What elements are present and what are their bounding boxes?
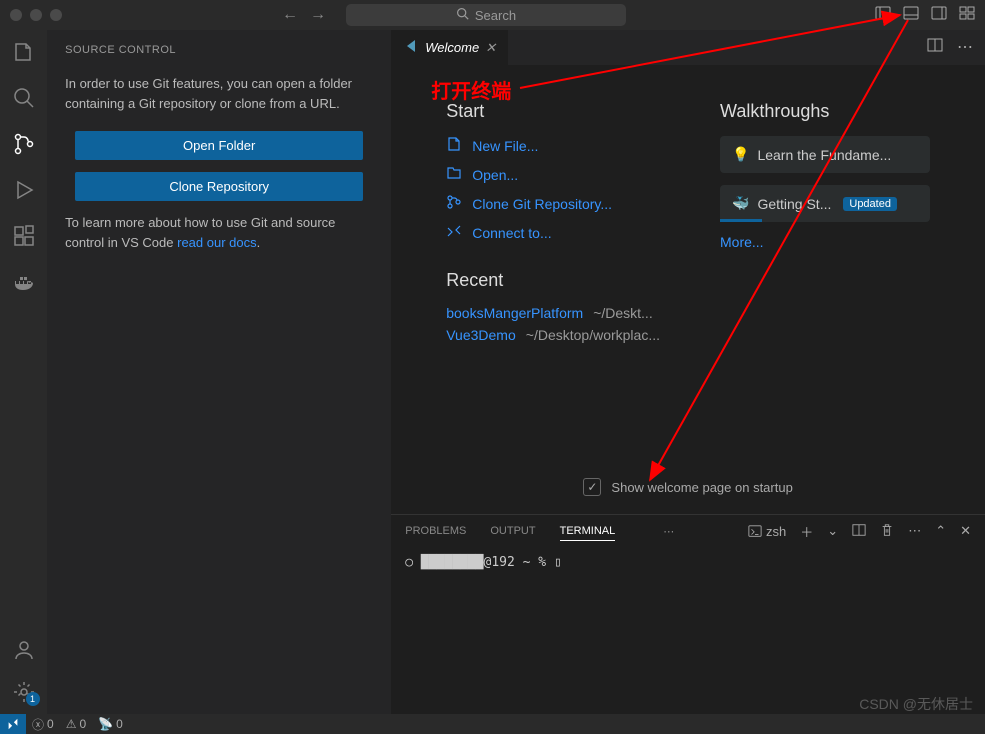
source-control-icon[interactable] (12, 132, 36, 156)
sidebar-docs-text: To learn more about how to use Git and s… (65, 213, 373, 252)
more-actions-icon[interactable]: ⋯ (957, 37, 973, 58)
status-ports[interactable]: 📡 0 (92, 717, 129, 731)
updated-badge: Updated (843, 197, 897, 211)
recent-item: booksMangerPlatform ~/Deskt... (446, 305, 660, 321)
watermark: CSDN @无休居士 (859, 694, 973, 714)
status-bar: ⓧ 0 ⚠ 0 📡 0 (0, 714, 985, 734)
welcome-page: 打开终端 Start New File... Open... Clone Git R… (391, 65, 985, 460)
bottom-panel: PROBLEMS OUTPUT TERMINAL ⋯ zsh ＋ ⌄ ⋯ ⌃ ✕ ○… (391, 514, 985, 714)
annotation-label: 打开终端 (431, 75, 511, 104)
extensions-icon[interactable] (12, 224, 36, 248)
tab-bar: Welcome ✕ ⋯ (391, 30, 985, 65)
new-terminal-icon[interactable]: ＋ (800, 522, 813, 541)
terminal-profile[interactable]: zsh (748, 524, 786, 539)
recent-item: Vue3Demo ~/Desktop/workplac... (446, 327, 660, 343)
panel-more-actions-icon[interactable]: ⋯ (908, 523, 921, 539)
main-area: 1 SOURCE CONTROL In order to use Git fea… (0, 30, 985, 714)
toggle-panel-icon[interactable] (903, 5, 919, 26)
start-item[interactable]: New File... (446, 136, 660, 155)
sidebar-intro-text: In order to use Git features, you can op… (65, 74, 373, 113)
recent-name[interactable]: booksMangerPlatform (446, 305, 583, 321)
editor-actions: ⋯ (927, 37, 985, 58)
layout-controls (875, 5, 975, 26)
panel-tab-terminal[interactable]: TERMINAL (560, 525, 616, 541)
tab-label: Welcome (425, 40, 479, 55)
status-errors[interactable]: ⓧ 0 (26, 716, 60, 733)
kill-terminal-icon[interactable] (880, 523, 894, 540)
panel-tabs: PROBLEMS OUTPUT TERMINAL ⋯ zsh ＋ ⌄ ⋯ ⌃ ✕ (391, 515, 985, 547)
start-item-label: Clone Git Repository... (472, 196, 612, 212)
status-warnings[interactable]: ⚠ 0 (60, 717, 92, 731)
command-center[interactable]: Search (346, 4, 626, 26)
read-docs-link[interactable]: read our docs (177, 235, 257, 250)
docker-icon[interactable] (12, 270, 36, 294)
maximize-panel-icon[interactable]: ⌃ (935, 523, 946, 539)
toggle-secondary-sidebar-icon[interactable] (931, 5, 947, 26)
nav-arrows: ← → (282, 6, 326, 24)
terminal-dropdown-icon[interactable]: ⌄ (827, 523, 838, 539)
close-window[interactable] (10, 9, 22, 21)
sidebar: SOURCE CONTROL In order to use Git featu… (47, 30, 391, 714)
panel-tab-problems[interactable]: PROBLEMS (405, 525, 466, 537)
walkthrough-label: Learn the Fundame... (757, 147, 891, 163)
start-item-label: Open... (472, 167, 518, 183)
folder-icon (446, 165, 462, 184)
terminal-output[interactable]: ○ ████████@192 ~ % ▯ (391, 547, 985, 578)
forward-icon[interactable]: → (310, 6, 326, 24)
split-editor-icon[interactable] (927, 37, 943, 58)
walkthrough-icon: 🐳 (732, 195, 749, 212)
recent-heading: Recent (446, 270, 660, 291)
connect-icon (446, 223, 462, 242)
remote-indicator[interactable] (0, 714, 26, 734)
vscode-icon (403, 38, 419, 57)
start-item-label: Connect to... (472, 225, 551, 241)
close-tab-icon[interactable]: ✕ (485, 40, 496, 56)
window-controls (10, 9, 62, 21)
clone-repository-button[interactable]: Clone Repository (75, 172, 363, 201)
customize-layout-icon[interactable] (959, 5, 975, 26)
sidebar-title: SOURCE CONTROL (65, 44, 373, 56)
minimize-window[interactable] (30, 9, 42, 21)
start-item[interactable]: Connect to... (446, 223, 660, 242)
file-icon (446, 136, 462, 155)
recent-name[interactable]: Vue3Demo (446, 327, 516, 343)
accounts-icon[interactable] (12, 638, 36, 662)
walkthroughs-heading: Walkthroughs (720, 101, 930, 122)
recent-path: ~/Desktop/workplac... (526, 327, 660, 343)
search-placeholder: Search (475, 8, 516, 23)
settings-gear-icon[interactable]: 1 (12, 680, 36, 704)
startup-checkbox-row: ✓ Show welcome page on startup (391, 460, 985, 514)
walkthrough-item[interactable]: 💡 Learn the Fundame... (720, 136, 930, 173)
close-panel-icon[interactable]: ✕ (960, 523, 971, 539)
activity-bar: 1 (0, 30, 47, 714)
more-link[interactable]: More... (720, 234, 930, 250)
search-activity-icon[interactable] (12, 86, 36, 110)
titlebar: ← → Search (0, 0, 985, 30)
git-icon (446, 194, 462, 213)
split-terminal-icon[interactable] (852, 523, 866, 540)
panel-tab-output[interactable]: OUTPUT (490, 525, 535, 537)
editor-area: Welcome ✕ ⋯ 打开终端 Start New File... Open..… (391, 30, 985, 714)
start-item-label: New File... (472, 138, 538, 154)
walkthrough-label: Getting St... (757, 196, 831, 212)
startup-label: Show welcome page on startup (611, 480, 792, 495)
explorer-icon[interactable] (12, 40, 36, 64)
toggle-sidebar-icon[interactable] (875, 5, 891, 26)
start-item[interactable]: Clone Git Repository... (446, 194, 660, 213)
back-icon[interactable]: ← (282, 6, 298, 24)
startup-checkbox[interactable]: ✓ (583, 478, 601, 496)
start-heading: Start (446, 101, 660, 122)
open-folder-button[interactable]: Open Folder (75, 131, 363, 160)
walkthrough-item[interactable]: 🐳 Getting St... Updated (720, 185, 930, 222)
walkthrough-icon: 💡 (732, 146, 749, 163)
tab-welcome[interactable]: Welcome ✕ (391, 30, 508, 65)
maximize-window[interactable] (50, 9, 62, 21)
run-debug-icon[interactable] (12, 178, 36, 202)
settings-badge: 1 (26, 692, 40, 706)
search-icon (456, 7, 469, 23)
panel-more-icon[interactable]: ⋯ (663, 525, 674, 538)
start-item[interactable]: Open... (446, 165, 660, 184)
recent-path: ~/Deskt... (593, 305, 653, 321)
